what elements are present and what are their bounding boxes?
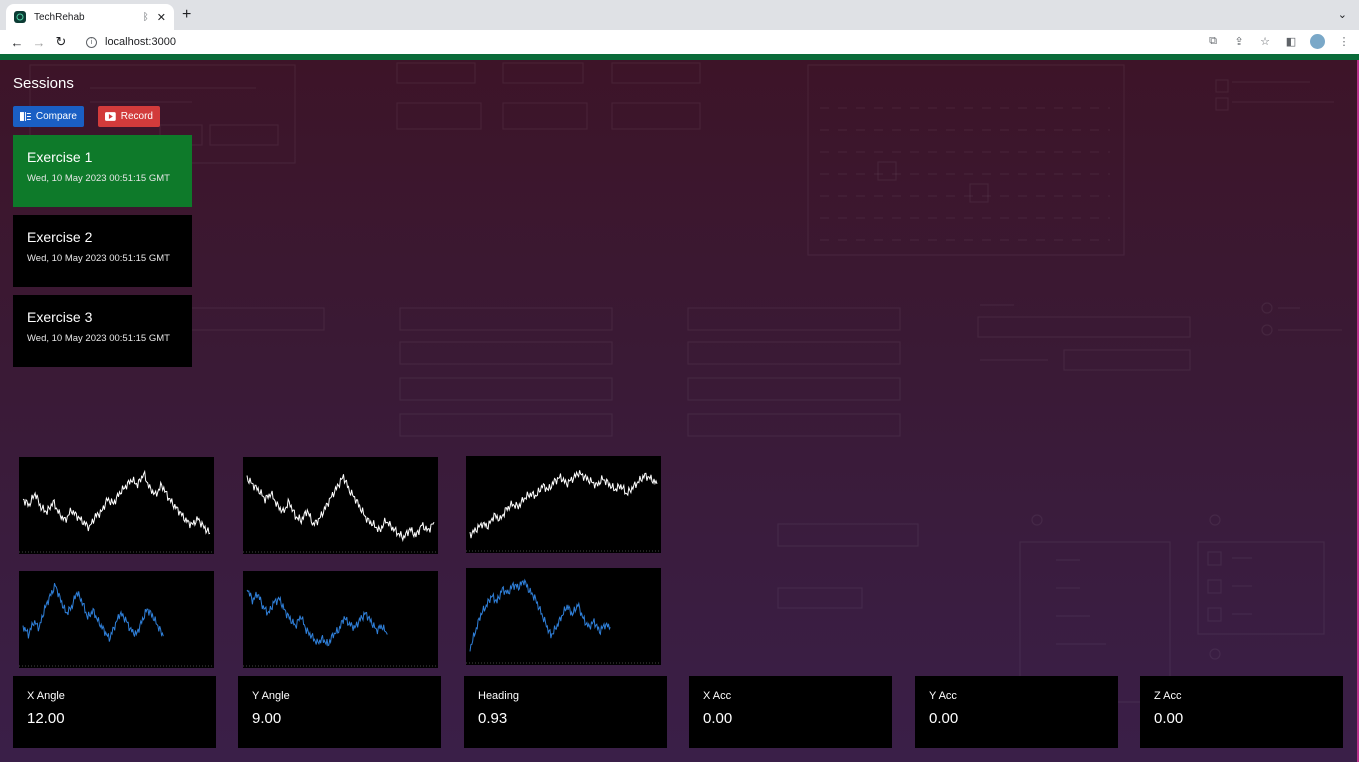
- stat-label: Heading: [478, 690, 519, 702]
- app-root: Sessions Compare Record Exercise 1 Wed, …: [0, 60, 1359, 762]
- chart-white-1: [19, 457, 214, 554]
- stat-value: 0.00: [703, 710, 733, 727]
- open-external-icon[interactable]: ⧉: [1206, 35, 1220, 48]
- stat-value: 9.00: [252, 710, 282, 727]
- stat-x-acc: X Acc 0.00: [689, 676, 892, 748]
- chart-trace-line: [246, 589, 388, 647]
- stat-label: X Acc: [703, 690, 732, 702]
- stat-x-angle: X Angle 12.00: [13, 676, 216, 748]
- stat-value: 0.93: [478, 710, 508, 727]
- chart-canvas: [466, 470, 661, 552]
- chart-blue-2: [243, 571, 438, 668]
- stat-y-angle: Y Angle 9.00: [238, 676, 441, 748]
- session-date: Wed, 10 May 2023 00:51:15 GMT: [27, 253, 170, 264]
- chart-blue-1: [19, 571, 214, 668]
- compare-button-label: Compare: [35, 111, 77, 122]
- bookmark-star-icon[interactable]: ☆: [1258, 35, 1272, 48]
- stat-z-acc: Z Acc 0.00: [1140, 676, 1343, 748]
- chart-trace-line: [22, 583, 164, 642]
- url-field[interactable]: i localhost:3000: [80, 32, 1250, 52]
- chart-canvas: [243, 474, 438, 553]
- kebab-menu-icon[interactable]: ⋮: [1337, 35, 1351, 48]
- share-icon[interactable]: ⇪: [1232, 35, 1246, 48]
- compare-button[interactable]: Compare: [13, 106, 84, 127]
- stat-heading: Heading 0.93: [464, 676, 667, 748]
- address-bar: ← → ↻ i localhost:3000 ⧉ ⇪ ☆ ◧ ⋮: [0, 30, 1359, 54]
- back-arrow-icon[interactable]: ←: [6, 35, 28, 50]
- chart-trace-line: [469, 578, 611, 652]
- stat-value: 0.00: [929, 710, 959, 727]
- session-name: Exercise 1: [27, 149, 93, 165]
- stat-value: 12.00: [27, 710, 65, 727]
- session-card-exercise-3[interactable]: Exercise 3 Wed, 10 May 2023 00:51:15 GMT: [13, 295, 192, 367]
- session-card-exercise-2[interactable]: Exercise 2 Wed, 10 May 2023 00:51:15 GMT: [13, 215, 192, 287]
- session-date: Wed, 10 May 2023 00:51:15 GMT: [27, 173, 170, 184]
- forward-arrow-icon[interactable]: →: [28, 35, 50, 50]
- record-button[interactable]: Record: [98, 106, 160, 127]
- record-play-icon: [105, 112, 116, 121]
- stat-label: Z Acc: [1154, 690, 1182, 702]
- session-card-exercise-1[interactable]: Exercise 1 Wed, 10 May 2023 00:51:15 GMT: [13, 135, 192, 207]
- chart-canvas: [466, 578, 661, 664]
- chart-white-2: [243, 457, 438, 554]
- record-button-label: Record: [120, 111, 153, 122]
- tab-close-icon[interactable]: ✕: [157, 11, 166, 24]
- sessions-title: Sessions: [13, 75, 74, 92]
- chart-blue-3: [466, 568, 661, 665]
- chevron-down-icon[interactable]: ⌄: [1338, 8, 1347, 21]
- reload-icon[interactable]: ↻: [50, 34, 72, 50]
- chart-white-3: [466, 456, 661, 553]
- tab-title: TechRehab: [34, 11, 85, 23]
- compare-icon: [20, 112, 31, 121]
- session-name: Exercise 2: [27, 229, 93, 245]
- stat-label: Y Acc: [929, 690, 957, 702]
- browser-tab[interactable]: TechRehab ᛒ ✕: [6, 4, 174, 30]
- new-tab-button[interactable]: +: [182, 6, 191, 24]
- chart-canvas: [243, 589, 438, 667]
- side-panel-icon[interactable]: ◧: [1284, 35, 1298, 48]
- session-date: Wed, 10 May 2023 00:51:15 GMT: [27, 333, 170, 344]
- session-name: Exercise 3: [27, 309, 93, 325]
- stat-y-acc: Y Acc 0.00: [915, 676, 1118, 748]
- app-favicon-icon: [14, 11, 26, 23]
- stat-value: 0.00: [1154, 710, 1184, 727]
- chart-trace-line: [246, 474, 435, 543]
- stat-label: X Angle: [27, 690, 65, 702]
- chart-trace-line: [22, 469, 211, 535]
- chart-canvas: [19, 583, 214, 667]
- bluetooth-icon: ᛒ: [142, 11, 149, 23]
- chart-trace-line: [469, 470, 658, 539]
- stat-label: Y Angle: [252, 690, 290, 702]
- chart-canvas: [19, 469, 214, 553]
- url-text: localhost:3000: [105, 36, 176, 48]
- profile-avatar[interactable]: [1310, 34, 1325, 49]
- site-info-icon[interactable]: i: [86, 36, 97, 48]
- browser-tab-bar: TechRehab ᛒ ✕ + ⌄: [0, 0, 1359, 30]
